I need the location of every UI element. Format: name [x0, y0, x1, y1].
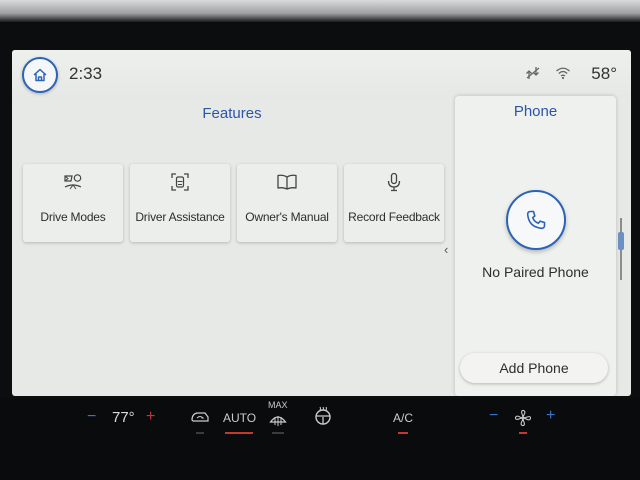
driver-assist-icon [171, 173, 189, 191]
fan-speed-down-button[interactable]: − [489, 407, 498, 425]
max-defrost-icon [269, 416, 287, 426]
infotainment-screen: 2:33 58° Features Drive Modes Driver Ass… [12, 50, 631, 396]
drive-modes-icon [64, 174, 82, 190]
collapse-panel-chevron[interactable]: ‹ [444, 242, 448, 257]
recirculation-button[interactable] [190, 410, 210, 427]
add-phone-button[interactable]: Add Phone [460, 353, 608, 383]
ac-button[interactable]: A/C [393, 411, 413, 425]
tile-record-feedback[interactable]: Record Feedback [344, 164, 444, 242]
tile-drive-modes[interactable]: Drive Modes [23, 164, 123, 242]
features-title: Features [202, 105, 262, 122]
book-icon [277, 174, 297, 190]
driver-temp-down-button[interactable]: − [87, 408, 96, 426]
home-icon [33, 68, 47, 82]
microphone-icon [387, 172, 401, 192]
tile-label: Driver Assistance [135, 210, 225, 224]
signal-off-icon [526, 67, 540, 79]
fan-icon [514, 409, 532, 427]
tile-driver-assistance[interactable]: Driver Assistance [130, 164, 230, 242]
recirculation-icon [191, 412, 209, 422]
bezel-top [0, 0, 640, 22]
tile-label: Drive Modes [40, 210, 106, 224]
phone-panel: Phone No Paired Phone Add Phone [455, 96, 616, 396]
auto-indicator [225, 432, 253, 434]
tile-owners-manual[interactable]: Owner's Manual [237, 164, 337, 242]
climate-controls: − 77° + AUTO MAX A/C − + [0, 398, 640, 480]
driver-temp-up-button[interactable]: + [146, 408, 155, 426]
fan-speed-display [514, 409, 532, 430]
max-defrost-indicator [272, 432, 284, 434]
side-scrollbar[interactable] [617, 218, 625, 280]
call-button[interactable] [506, 190, 566, 250]
phone-status: No Paired Phone [482, 264, 589, 280]
home-button[interactable] [22, 57, 58, 93]
fan-speed-indicator [519, 432, 527, 434]
ac-indicator [398, 432, 408, 434]
max-defrost-button[interactable] [269, 413, 287, 430]
outside-temperature: 58° [591, 64, 617, 83]
tile-label: Owner's Manual [245, 210, 329, 224]
tile-label: Record Feedback [348, 210, 440, 224]
fan-speed-up-button[interactable]: + [546, 407, 555, 425]
status-bar: 2:33 58° [12, 50, 631, 98]
status-icons [525, 66, 571, 80]
driver-temp-display: 77° [112, 409, 135, 426]
heated-steering-button[interactable] [313, 406, 333, 429]
scrollbar-thumb[interactable] [618, 232, 624, 250]
max-defrost-label: MAX [268, 400, 288, 410]
recirculation-indicator [196, 432, 204, 434]
heated-steering-icon [315, 406, 331, 425]
wifi-icon [556, 67, 570, 80]
auto-button[interactable]: AUTO [223, 411, 256, 425]
clock: 2:33 [69, 64, 103, 83]
phone-title: Phone [513, 103, 558, 120]
phone-icon [526, 210, 546, 230]
